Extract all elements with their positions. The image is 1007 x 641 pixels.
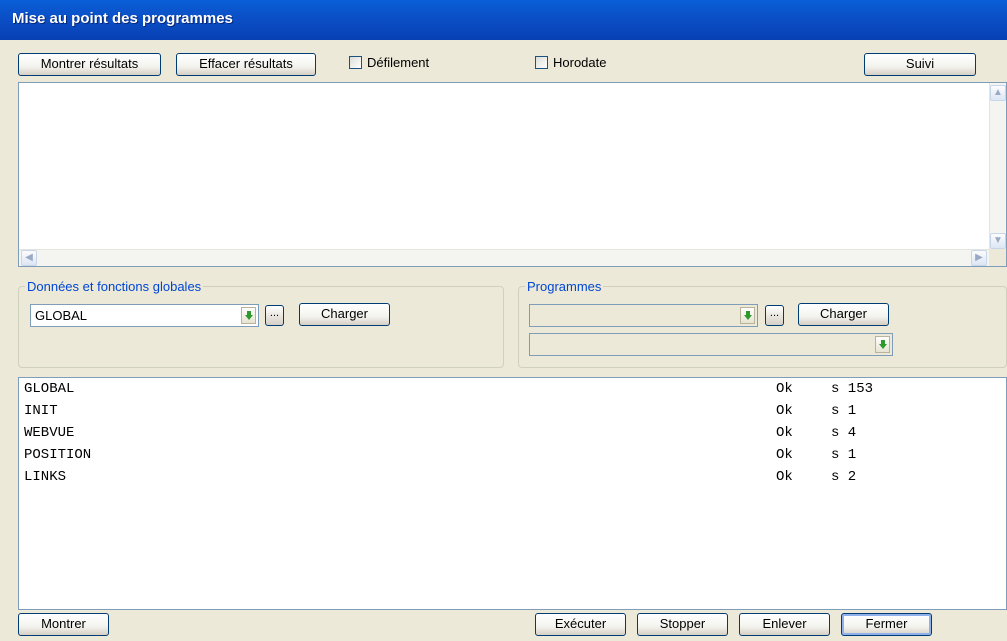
scroll-checkbox[interactable]: Défilement [349, 55, 429, 70]
scroll-checkbox-box[interactable] [349, 56, 362, 69]
scrollbar-corner [989, 249, 1006, 266]
close-button[interactable]: Fermer [841, 613, 932, 636]
globals-group-legend: Données et fonctions globales [27, 279, 202, 294]
programs-browse-button[interactable]: ... [765, 305, 784, 326]
program-status: Ok [776, 425, 793, 441]
stop-button[interactable]: Stopper [637, 613, 728, 636]
list-item[interactable]: LINKS Ok s 2 [24, 469, 984, 491]
remove-button[interactable]: Enlever [739, 613, 830, 636]
log-vertical-scrollbar[interactable]: ▲ ▼ [989, 83, 1006, 251]
scroll-up-icon[interactable]: ▲ [990, 85, 1006, 101]
list-item[interactable]: INIT Ok s 1 [24, 403, 984, 425]
window-title: Mise au point des programmes [0, 0, 1007, 40]
program-status: Ok [776, 381, 793, 397]
program-size: s 1 [831, 403, 857, 419]
globals-select-value: GLOBAL [35, 308, 88, 323]
follow-button[interactable]: Suivi [864, 53, 976, 76]
program-size: s 153 [831, 381, 874, 397]
program-size: s 2 [831, 469, 857, 485]
list-item[interactable]: WEBVUE Ok s 4 [24, 425, 984, 447]
scroll-checkbox-label: Défilement [367, 55, 430, 70]
timestamp-checkbox-label: Horodate [553, 55, 607, 70]
execute-button[interactable]: Exécuter [535, 613, 626, 636]
programs-secondary-select[interactable] [529, 333, 893, 356]
program-name: INIT [24, 403, 58, 419]
scroll-down-icon[interactable]: ▼ [990, 233, 1006, 249]
globals-select[interactable]: GLOBAL [30, 304, 259, 327]
globals-dropdown-arrow-icon[interactable] [241, 307, 256, 324]
clear-results-button[interactable]: Effacer résultats [176, 53, 316, 76]
list-item[interactable]: POSITION Ok s 1 [24, 447, 984, 469]
scroll-left-icon[interactable]: ◀ [21, 250, 37, 266]
program-name: WEBVUE [24, 425, 75, 441]
show-results-button[interactable]: Montrer résultats [18, 53, 161, 76]
program-status: Ok [776, 403, 793, 419]
timestamp-checkbox-box[interactable] [535, 56, 548, 69]
program-name: GLOBAL [24, 381, 75, 397]
globals-load-button[interactable]: Charger [299, 303, 390, 326]
programs-secondary-dropdown-arrow-icon[interactable] [875, 336, 890, 353]
show-button[interactable]: Montrer [18, 613, 109, 636]
program-size: s 1 [831, 447, 857, 463]
log-output-area[interactable]: ▲ ▼ ◀ ▶ [18, 82, 1007, 267]
globals-browse-button[interactable]: ... [265, 305, 284, 326]
programs-group-legend: Programmes [527, 279, 602, 294]
program-name: POSITION [24, 447, 92, 463]
programs-dropdown-arrow-icon[interactable] [740, 307, 755, 324]
timestamp-checkbox[interactable]: Horodate [535, 55, 606, 70]
program-status: Ok [776, 447, 793, 463]
programs-select[interactable] [529, 304, 758, 327]
list-item[interactable]: GLOBAL Ok s 153 [24, 381, 984, 403]
results-list[interactable]: GLOBAL Ok s 153 INIT Ok s 1 WEBVUE Ok s … [18, 377, 1007, 610]
program-size: s 4 [831, 425, 857, 441]
program-status: Ok [776, 469, 793, 485]
programs-load-button[interactable]: Charger [798, 303, 889, 326]
program-name: LINKS [24, 469, 67, 485]
log-horizontal-scrollbar[interactable]: ◀ ▶ [19, 249, 989, 266]
scroll-right-icon[interactable]: ▶ [971, 250, 987, 266]
